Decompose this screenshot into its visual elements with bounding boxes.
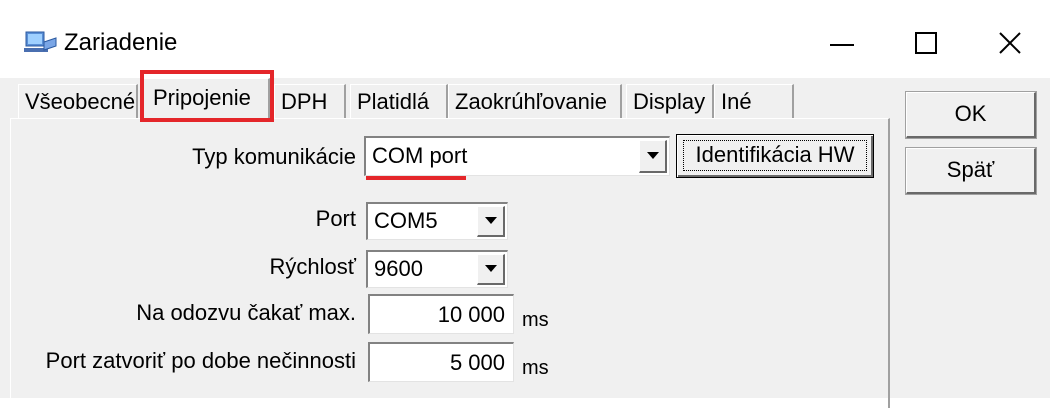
comm-type-underline [366, 176, 466, 180]
tab-display[interactable]: Display [626, 84, 714, 118]
active-tab-highlight [140, 70, 274, 122]
port-select[interactable]: COM5 [366, 202, 508, 240]
identify-hw-button[interactable]: Identifikácia HW [676, 134, 874, 178]
comm-type-label: Typ komunikácie [192, 144, 356, 169]
tab-dph[interactable]: DPH [274, 84, 346, 118]
speed-select[interactable]: 9600 [366, 250, 508, 288]
chevron-down-icon [646, 152, 659, 159]
title-bar: Zariadenie [0, 0, 1050, 78]
timeout-value: 10 000 [437, 302, 505, 327]
maximize-button[interactable] [896, 18, 956, 68]
tab-ine[interactable]: Iné [714, 84, 794, 118]
tab-vseobecne[interactable]: Všeobecné [18, 84, 138, 118]
idle-unit: ms [522, 357, 549, 379]
timeout-input[interactable]: 10 000 [368, 294, 514, 334]
window-body: Všeobecné Pripojenie DPH Platidlá Zaokrú… [0, 70, 1050, 408]
close-icon [999, 32, 1021, 54]
idle-input[interactable]: 5 000 [368, 342, 514, 382]
port-dropdown-button[interactable] [477, 206, 505, 237]
speed-dropdown-button[interactable] [477, 254, 505, 285]
speed-label: Rýchlosť [269, 254, 357, 279]
comm-type-dropdown-button[interactable] [639, 140, 667, 173]
comm-type-select[interactable]: COM port [364, 136, 670, 176]
minimize-icon [830, 44, 854, 46]
timeout-label: Na odozvu čakať max. [136, 300, 356, 325]
speed-value: 9600 [374, 256, 423, 281]
port-value: COM5 [374, 208, 438, 233]
close-button[interactable] [980, 18, 1040, 68]
port-label: Port [315, 206, 356, 231]
identify-hw-label: Identifikácia HW [695, 142, 855, 167]
tab-platidla[interactable]: Platidlá [350, 84, 448, 118]
minimize-button[interactable] [812, 18, 872, 68]
idle-value: 5 000 [449, 350, 505, 375]
ok-button[interactable]: OK [906, 92, 1036, 138]
window-title: Zariadenie [64, 29, 178, 56]
timeout-unit: ms [522, 309, 549, 331]
maximize-icon [915, 32, 937, 54]
chevron-down-icon [484, 265, 497, 272]
chevron-down-icon [484, 217, 497, 224]
comm-type-value: COM port [372, 143, 468, 168]
idle-label: Port zatvoriť po dobe nečinnosti [45, 348, 356, 373]
tab-zaokruhlovanie[interactable]: Zaokrúhľovanie [448, 84, 622, 118]
back-button[interactable]: Späť [906, 148, 1036, 194]
computer-icon [24, 31, 57, 52]
